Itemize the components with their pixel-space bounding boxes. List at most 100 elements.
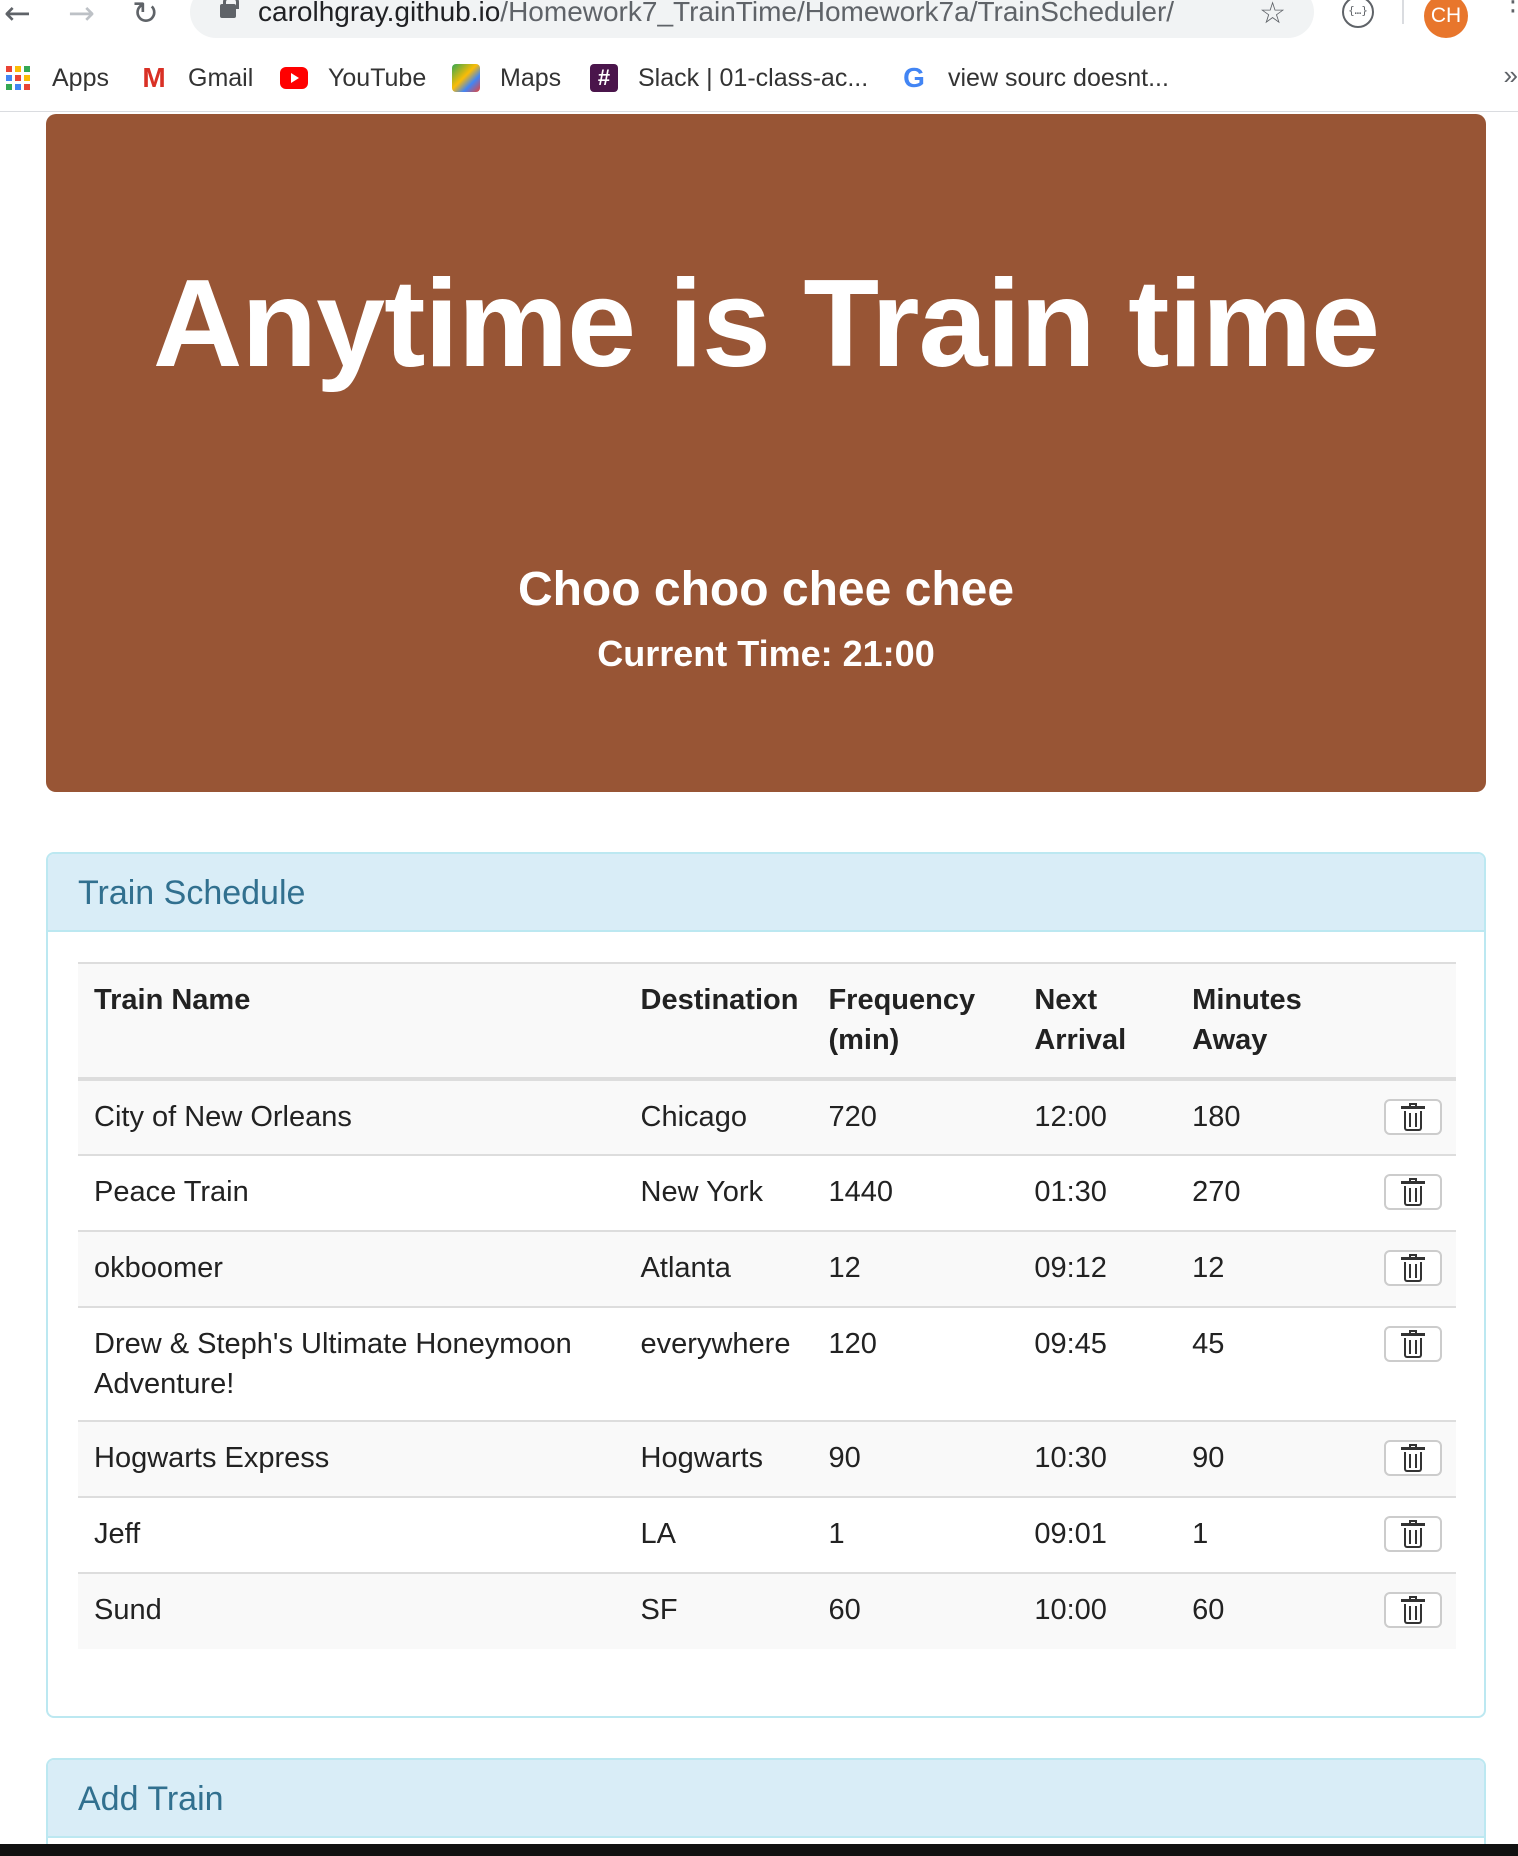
menu-kebab-icon[interactable]: ⋮ <box>1500 0 1518 15</box>
apps-grid-icon <box>6 66 30 90</box>
cell-minutes-away: 180 <box>1176 1078 1347 1155</box>
cell-destination: Chicago <box>624 1078 813 1155</box>
maps-icon <box>452 64 480 92</box>
current-time: Current Time: 21:00 <box>597 633 935 674</box>
bookmark-label: view sourc doesnt... <box>948 63 1169 92</box>
extension-icon[interactable]: {…} <box>1342 0 1374 28</box>
bookmark-apps[interactable]: Apps <box>6 60 109 96</box>
cell-destination: Atlanta <box>624 1230 813 1307</box>
delete-train-button[interactable] <box>1384 1592 1442 1628</box>
bookmark-google[interactable]: G view sourc doesnt... <box>900 60 1169 96</box>
cell-destination: Hogwarts <box>624 1420 813 1497</box>
delete-train-button[interactable] <box>1384 1174 1442 1210</box>
cell-train-name: City of New Orleans <box>78 1078 625 1155</box>
cell-minutes-away: 270 <box>1176 1154 1347 1231</box>
cell-next-arrival: 12:00 <box>1018 1078 1177 1155</box>
cell-train-name: Drew & Steph's Ultimate Honeymoon Advent… <box>78 1306 625 1421</box>
bookmark-label: YouTube <box>328 63 427 92</box>
gmail-icon: M <box>142 62 166 93</box>
column-header-actions <box>1346 962 1456 1081</box>
column-header-minutes-away: Minutes Away <box>1176 962 1347 1081</box>
bookmark-label: Gmail <box>188 63 254 92</box>
bookmark-label: Maps <box>500 63 562 92</box>
jumbotron: Anytime is Train time Choo choo chee che… <box>46 114 1486 792</box>
cell-train-name: Sund <box>78 1572 625 1649</box>
cell-destination: New York <box>624 1154 813 1231</box>
cell-next-arrival: 09:01 <box>1018 1496 1177 1573</box>
cell-actions <box>1346 1154 1456 1231</box>
cell-train-name: okboomer <box>78 1230 625 1307</box>
url-host: carolhgray.github.io <box>258 0 501 27</box>
slack-icon: # <box>590 64 618 92</box>
cell-frequency: 60 <box>812 1572 1019 1649</box>
cell-frequency: 1 <box>812 1496 1019 1573</box>
lock-icon <box>220 0 239 18</box>
cell-next-arrival: 01:30 <box>1018 1154 1177 1231</box>
table-row: Drew & Steph's Ultimate Honeymoon Advent… <box>78 1306 1456 1421</box>
cell-actions <box>1346 1078 1456 1155</box>
back-arrow-icon[interactable]: ← <box>4 0 31 30</box>
delete-train-button[interactable] <box>1384 1099 1442 1135</box>
youtube-icon <box>280 67 308 89</box>
cell-frequency: 90 <box>812 1420 1019 1497</box>
delete-train-button[interactable] <box>1384 1440 1442 1476</box>
panel-title: Add Train <box>78 1780 224 1818</box>
trash-icon <box>1401 1254 1425 1282</box>
profile-avatar[interactable]: CH <box>1424 0 1468 38</box>
address-bar[interactable]: carolhgray.github.io/Homework7_TrainTime… <box>190 0 1314 38</box>
cell-next-arrival: 09:45 <box>1018 1306 1177 1421</box>
cell-train-name: Hogwarts Express <box>78 1420 625 1497</box>
delete-train-button[interactable] <box>1384 1516 1442 1552</box>
train-schedule-table: Train Name Destination Frequency (min) N… <box>78 962 1456 1649</box>
reload-icon[interactable]: ↻ <box>132 0 159 30</box>
table-row: Peace Train New York 1440 01:30 270 <box>78 1154 1456 1231</box>
toolbar-divider <box>1402 0 1404 24</box>
add-train-panel: Add Train <box>46 1758 1486 1856</box>
window-bottom-edge <box>0 1844 1518 1856</box>
bookmark-maps[interactable]: Maps <box>452 60 561 96</box>
bookmark-youtube[interactable]: YouTube <box>280 60 426 96</box>
cell-next-arrival: 10:00 <box>1018 1572 1177 1649</box>
cell-next-arrival: 09:12 <box>1018 1230 1177 1307</box>
table-row: okboomer Atlanta 12 09:12 12 <box>78 1230 1456 1307</box>
bookmark-slack[interactable]: # Slack | 01-class-ac... <box>590 60 868 96</box>
column-header-train-name: Train Name <box>78 962 625 1081</box>
panel-title: Train Schedule <box>78 874 306 912</box>
trash-icon <box>1401 1444 1425 1472</box>
table-header-row: Train Name Destination Frequency (min) N… <box>78 962 1456 1081</box>
cell-frequency: 720 <box>812 1078 1019 1155</box>
bookmark-label: Apps <box>52 63 109 92</box>
cell-destination: SF <box>624 1572 813 1649</box>
cell-frequency: 1440 <box>812 1154 1019 1231</box>
cell-actions <box>1346 1230 1456 1307</box>
table-row: Jeff LA 1 09:01 1 <box>78 1496 1456 1573</box>
bookmark-star-icon[interactable]: ☆ <box>1259 0 1286 31</box>
panel-heading: Add Train <box>48 1760 1484 1838</box>
column-header-frequency: Frequency (min) <box>812 962 1019 1081</box>
delete-train-button[interactable] <box>1384 1326 1442 1362</box>
trash-icon <box>1401 1178 1425 1206</box>
browser-toolbar: ← → ↻ carolhgray.github.io/Homework7_Tra… <box>0 0 1518 40</box>
url-text: carolhgray.github.io/Homework7_TrainTime… <box>258 0 1174 26</box>
bookmarks-overflow-icon[interactable]: » <box>1504 60 1518 91</box>
cell-next-arrival: 10:30 <box>1018 1420 1177 1497</box>
page-title: Anytime is Train time <box>152 255 1380 393</box>
google-icon: G <box>903 62 925 93</box>
cell-destination: everywhere <box>624 1306 813 1421</box>
forward-arrow-icon[interactable]: → <box>68 0 95 30</box>
column-header-next-arrival: Next Arrival <box>1018 962 1177 1081</box>
cell-actions <box>1346 1496 1456 1573</box>
cell-minutes-away: 45 <box>1176 1306 1347 1421</box>
cell-train-name: Jeff <box>78 1496 625 1573</box>
delete-train-button[interactable] <box>1384 1250 1442 1286</box>
trash-icon <box>1401 1330 1425 1358</box>
cell-minutes-away: 90 <box>1176 1420 1347 1497</box>
bookmark-gmail[interactable]: M Gmail <box>140 60 253 96</box>
cell-minutes-away: 12 <box>1176 1230 1347 1307</box>
trash-icon <box>1401 1103 1425 1131</box>
cell-actions <box>1346 1420 1456 1497</box>
trash-icon <box>1401 1520 1425 1548</box>
trash-icon <box>1401 1596 1425 1624</box>
cell-frequency: 12 <box>812 1230 1019 1307</box>
cell-actions <box>1346 1306 1456 1421</box>
